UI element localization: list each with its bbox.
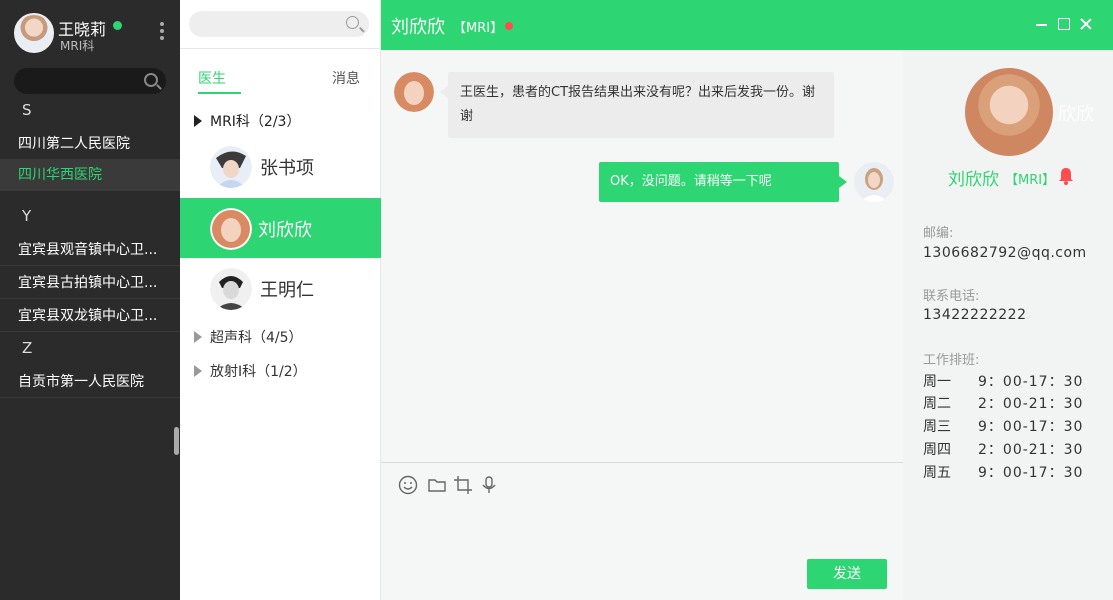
message-input-area[interactable]: 发送 <box>381 462 903 600</box>
bell-icon[interactable] <box>1058 167 1074 185</box>
collapse-arrow-icon <box>194 331 202 343</box>
sidebar-scrollbar[interactable] <box>174 427 179 455</box>
hospital-item[interactable]: 自贡市第一人民医院 <box>0 366 180 398</box>
schedule-day: 周五 <box>923 465 951 481</box>
schedule-day: 周四 <box>923 442 951 458</box>
emoji-icon[interactable] <box>398 475 418 495</box>
group-label: MRI科（2/3） <box>210 114 301 130</box>
contact-avatar <box>210 268 252 310</box>
collapse-arrow-icon <box>194 365 202 377</box>
phone-value: 13422222222 <box>923 307 1027 323</box>
schedule-day: 周二 <box>923 396 951 412</box>
app-window: 王晓莉 MRI科 S 四川第二人民医院 四川华西医院 Y 宜宾县观音镇中心卫..… <box>0 0 1113 600</box>
contact-item-selected[interactable]: 刘欣欣 <box>180 198 381 258</box>
hospital-item[interactable]: 四川第二人民医院 <box>0 128 180 160</box>
schedule-day: 周一 <box>923 374 951 390</box>
profile-avatar <box>965 68 1053 156</box>
hospital-item[interactable]: 宜宾县观音镇中心卫... <box>0 234 180 266</box>
profile-name: 刘欣欣 <box>948 170 999 190</box>
contact-name: 刘欣欣 <box>258 220 312 241</box>
schedule-time: 9：00-17：30 <box>978 465 1084 481</box>
message-list: 王医生，患者的CT报告结果出来没有呢？出来后发我一份。谢谢 OK，没问题。请稍等… <box>381 50 903 462</box>
group-label: 放射I科（1/2） <box>210 364 307 380</box>
email-label: 邮编: <box>923 226 954 241</box>
contact-panel: 医生 消息 MRI科（2/3） 张书项 刘欣欣 王明仁 超声科（4/5） 放射I… <box>180 0 381 600</box>
contact-item[interactable]: 王明仁 <box>180 258 381 318</box>
maximize-icon[interactable] <box>1058 18 1070 30</box>
chat-title: 刘欣欣 <box>391 17 445 38</box>
schedule-label: 工作排班: <box>923 353 980 368</box>
user-avatar[interactable] <box>14 13 54 53</box>
hospital-item[interactable]: 宜宾县双龙镇中心卫... <box>0 300 180 332</box>
phone-label: 联系电话: <box>923 289 980 304</box>
expand-arrow-icon <box>194 115 202 127</box>
hospital-search-input[interactable] <box>14 68 166 94</box>
group-ultrasound[interactable]: 超声科（4/5） <box>194 327 303 347</box>
active-tab-indicator <box>198 92 241 94</box>
tab-doctors[interactable]: 医生 <box>198 68 226 88</box>
left-sidebar: 王晓莉 MRI科 S 四川第二人民医院 四川华西医院 Y 宜宾县观音镇中心卫..… <box>0 0 180 600</box>
online-status-icon <box>113 21 122 30</box>
unread-dot-icon <box>505 22 513 30</box>
contact-search-input[interactable] <box>189 11 369 37</box>
letter-header-s: S <box>22 101 32 119</box>
group-mri[interactable]: MRI科（2/3） <box>194 111 300 131</box>
hospital-item-selected[interactable]: 四川华西医院 <box>0 159 180 191</box>
more-menu-icon[interactable] <box>160 22 166 42</box>
contact-avatar <box>210 146 252 188</box>
email-value: 1306682792@qq.com <box>923 245 1087 261</box>
schedule-time: 9：00-17：30 <box>978 374 1084 390</box>
chat-dept-tag: 【MRI】 <box>453 21 504 36</box>
chat-window: 刘欣欣 【MRI】 王医生，患者的CT报告结果出来没有呢？出来后发我一份。谢谢 … <box>381 0 1113 600</box>
schedule-row: 周四 2：00-21：30 <box>923 439 1093 459</box>
contact-name: 王明仁 <box>260 280 314 301</box>
chat-header: 刘欣欣 【MRI】 <box>381 0 1113 50</box>
crop-icon[interactable] <box>453 475 473 495</box>
hospital-item[interactable]: 宜宾县古拍镇中心卫... <box>0 267 180 299</box>
divider <box>180 48 381 49</box>
tab-messages[interactable]: 消息 <box>332 68 360 88</box>
schedule-time: 9：00-17：30 <box>978 419 1084 435</box>
schedule-time: 2：00-21：30 <box>978 442 1084 458</box>
message-bubble-incoming: 王医生，患者的CT报告结果出来没有呢？出来后发我一份。谢谢 <box>440 72 834 138</box>
contact-profile-panel: 欣欣 刘欣欣 【MRI】 邮编: 1306682792@qq.com 联系电话:… <box>903 50 1113 600</box>
search-icon[interactable] <box>144 73 158 87</box>
group-radiology[interactable]: 放射I科（1/2） <box>194 361 307 381</box>
send-button[interactable]: 发送 <box>807 559 887 589</box>
schedule-row: 周三 9：00-17：30 <box>923 416 1093 436</box>
contact-item[interactable]: 张书项 <box>180 136 381 196</box>
folder-icon[interactable] <box>427 475 447 495</box>
contact-name: 张书项 <box>260 158 314 179</box>
contact-avatar <box>210 208 252 250</box>
sender-avatar <box>394 72 434 112</box>
profile-dept-tag: 【MRI】 <box>1005 173 1056 188</box>
search-icon[interactable] <box>346 16 359 29</box>
minimize-icon[interactable] <box>1036 18 1048 30</box>
profile-avatar-text: 欣欣 <box>1058 104 1094 125</box>
schedule-row: 周五 9：00-17：30 <box>923 462 1093 482</box>
my-avatar <box>854 162 894 202</box>
schedule-row: 周一 9：00-17：30 <box>923 371 1093 391</box>
letter-header-y: Y <box>22 207 32 225</box>
schedule-day: 周三 <box>923 419 951 435</box>
group-label: 超声科（4/5） <box>210 330 303 346</box>
close-icon[interactable] <box>1080 18 1092 30</box>
schedule-time: 2：00-21：30 <box>978 396 1084 412</box>
message-bubble-outgoing: OK，没问题。请稍等一下呢 <box>599 162 847 202</box>
letter-header-z: Z <box>22 339 33 357</box>
user-dept: MRI科 <box>60 39 95 53</box>
microphone-icon[interactable] <box>479 475 499 495</box>
schedule-row: 周二 2：00-21：30 <box>923 393 1093 413</box>
